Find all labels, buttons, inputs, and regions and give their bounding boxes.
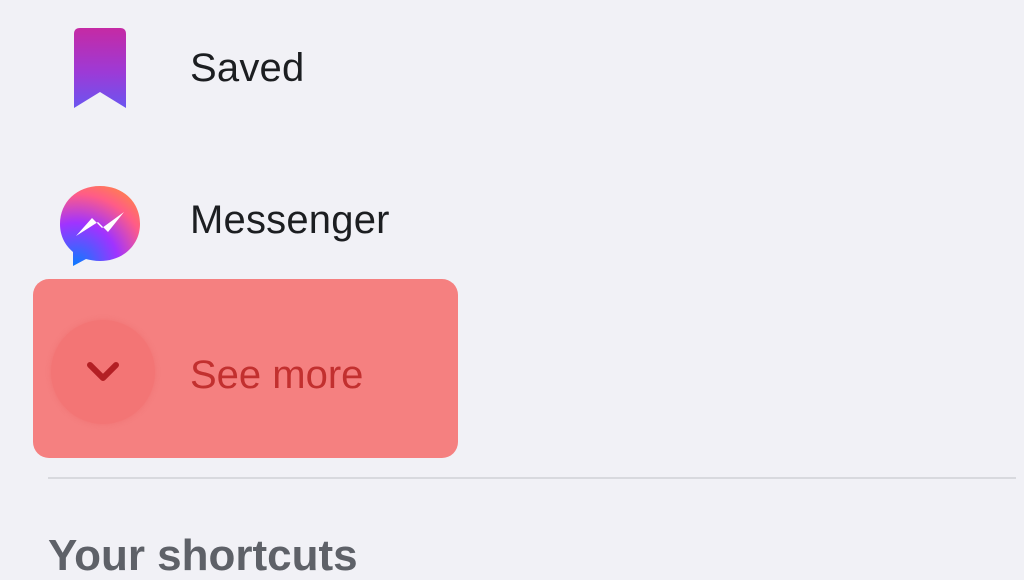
sidebar-item-messenger[interactable]: Messenger — [0, 152, 1024, 292]
left-sidebar: Saved Messenger See more Your shortcuts — [0, 0, 1024, 580]
see-more-label: See more — [190, 353, 364, 397]
sidebar-item-saved[interactable]: Saved — [0, 0, 1024, 140]
sidebar-item-label: Messenger — [190, 198, 390, 242]
section-title-shortcuts: Your shortcuts — [48, 531, 358, 580]
messenger-icon — [60, 186, 140, 266]
bookmark-icon — [74, 28, 126, 108]
see-more-icon-circle — [51, 320, 155, 424]
sidebar-item-label: Saved — [190, 46, 305, 90]
see-more-button[interactable]: See more — [33, 279, 458, 458]
chevron-down-icon — [87, 362, 119, 381]
section-divider — [48, 477, 1016, 479]
